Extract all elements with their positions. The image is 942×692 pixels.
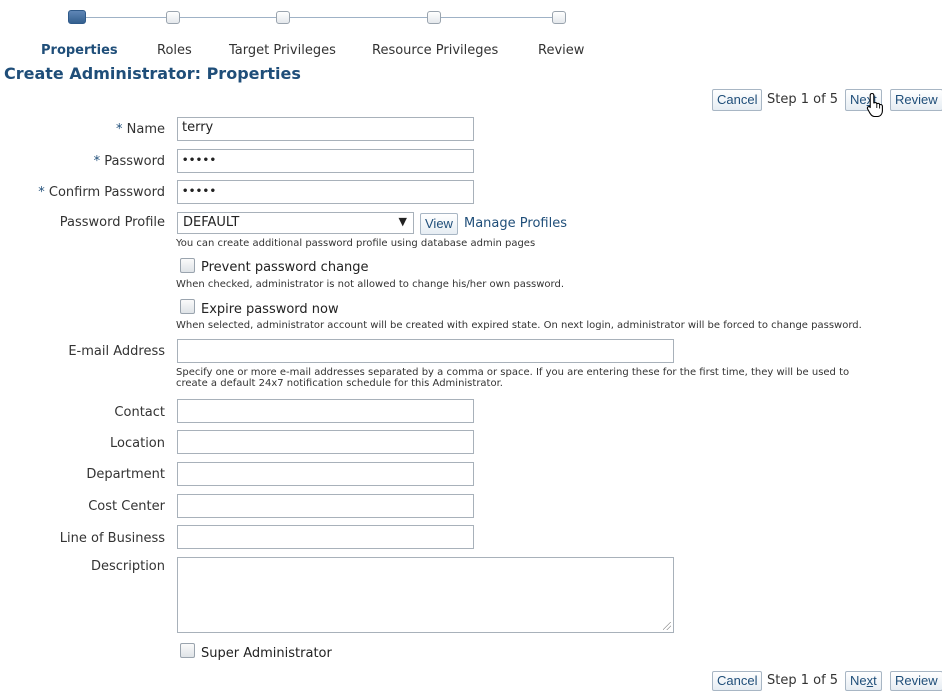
contact-label: Contact [114, 405, 165, 420]
department-input[interactable] [177, 462, 474, 486]
review-button-bottom[interactable]: Review [890, 671, 942, 691]
train-stop-target-privileges[interactable] [276, 11, 290, 24]
email-hint-line2: create a default 24x7 notification sched… [176, 378, 503, 389]
resize-handle-icon[interactable] [663, 622, 671, 630]
step-label-resource-privileges[interactable]: Resource Privileges [372, 43, 498, 58]
required-mark: * [38, 185, 45, 200]
review-button-top[interactable]: Review [890, 89, 942, 111]
cost-center-label: Cost Center [88, 499, 165, 514]
next-label-part: Ne [850, 673, 867, 688]
password-profile-hint: You can create additional password profi… [176, 238, 536, 249]
step-indicator-top: Step 1 of 5 [767, 92, 839, 107]
next-label-part: t [873, 673, 877, 688]
manage-profiles-link[interactable]: Manage Profiles [464, 216, 567, 231]
expire-password-hint: When selected, administrator account wil… [176, 320, 862, 331]
next-label-part: Ne [850, 92, 867, 107]
confirm-password-input[interactable]: ••••• [177, 180, 474, 204]
email-input[interactable] [177, 339, 674, 363]
name-input[interactable]: terry [177, 117, 474, 141]
password-label: * Password [94, 154, 165, 169]
confirm-password-label: * Confirm Password [38, 185, 165, 200]
cancel-button-bottom[interactable]: Cancel [712, 671, 763, 691]
required-mark: * [93, 154, 101, 169]
password-input[interactable]: ••••• [177, 149, 474, 173]
cost-center-input[interactable] [177, 494, 474, 518]
expire-password-label[interactable]: Expire password now [201, 302, 339, 317]
name-label-text: Name [126, 122, 165, 137]
password-profile-value: DEFAULT [183, 215, 240, 230]
location-input[interactable] [177, 430, 474, 454]
name-label: * Name [116, 122, 165, 137]
train-stop-review[interactable] [552, 11, 566, 24]
description-label: Description [90, 559, 165, 574]
prevent-password-change-hint: When checked, administrator is not allow… [176, 279, 565, 290]
step-label-roles[interactable]: Roles [157, 43, 192, 58]
password-profile-label: Password Profile [59, 215, 165, 230]
description-textarea[interactable] [177, 557, 674, 633]
train-stop-roles[interactable] [166, 11, 180, 24]
location-label: Location [110, 436, 165, 451]
confirm-password-label-text: Confirm Password [48, 185, 165, 200]
cancel-button-top[interactable]: Cancel [712, 89, 763, 111]
prevent-password-change-label[interactable]: Prevent password change [201, 260, 369, 275]
step-label-review[interactable]: Review [538, 43, 584, 58]
pointer-hand-icon [866, 92, 883, 118]
prevent-password-change-checkbox[interactable] [180, 258, 195, 273]
page-title: Create Administrator: Properties [4, 64, 301, 83]
super-administrator-label[interactable]: Super Administrator [201, 646, 332, 661]
step-indicator-bottom: Step 1 of 5 [767, 673, 839, 688]
train-connector [86, 17, 554, 18]
next-button-bottom[interactable]: Next [845, 671, 882, 691]
line-of-business-input[interactable] [177, 525, 474, 549]
expire-password-checkbox[interactable] [180, 299, 195, 314]
step-label-target-privileges[interactable]: Target Privileges [229, 43, 336, 58]
step-label-properties[interactable]: Properties [41, 43, 118, 58]
train-stop-resource-privileges[interactable] [427, 11, 441, 24]
super-administrator-checkbox[interactable] [180, 643, 195, 658]
email-label: E-mail Address [68, 344, 165, 359]
view-profile-button[interactable]: View [420, 213, 458, 235]
password-label-text: Password [104, 154, 165, 169]
contact-input[interactable] [177, 399, 474, 423]
password-profile-select[interactable]: DEFAULT ▼ [177, 212, 414, 234]
email-hint-line1: Specify one or more e-mail addresses sep… [176, 367, 850, 378]
line-of-business-label: Line of Business [59, 531, 165, 546]
train-stop-properties[interactable] [68, 10, 86, 24]
chevron-down-icon: ▼ [398, 215, 407, 228]
department-label: Department [86, 467, 165, 482]
required-mark: * [116, 122, 123, 137]
